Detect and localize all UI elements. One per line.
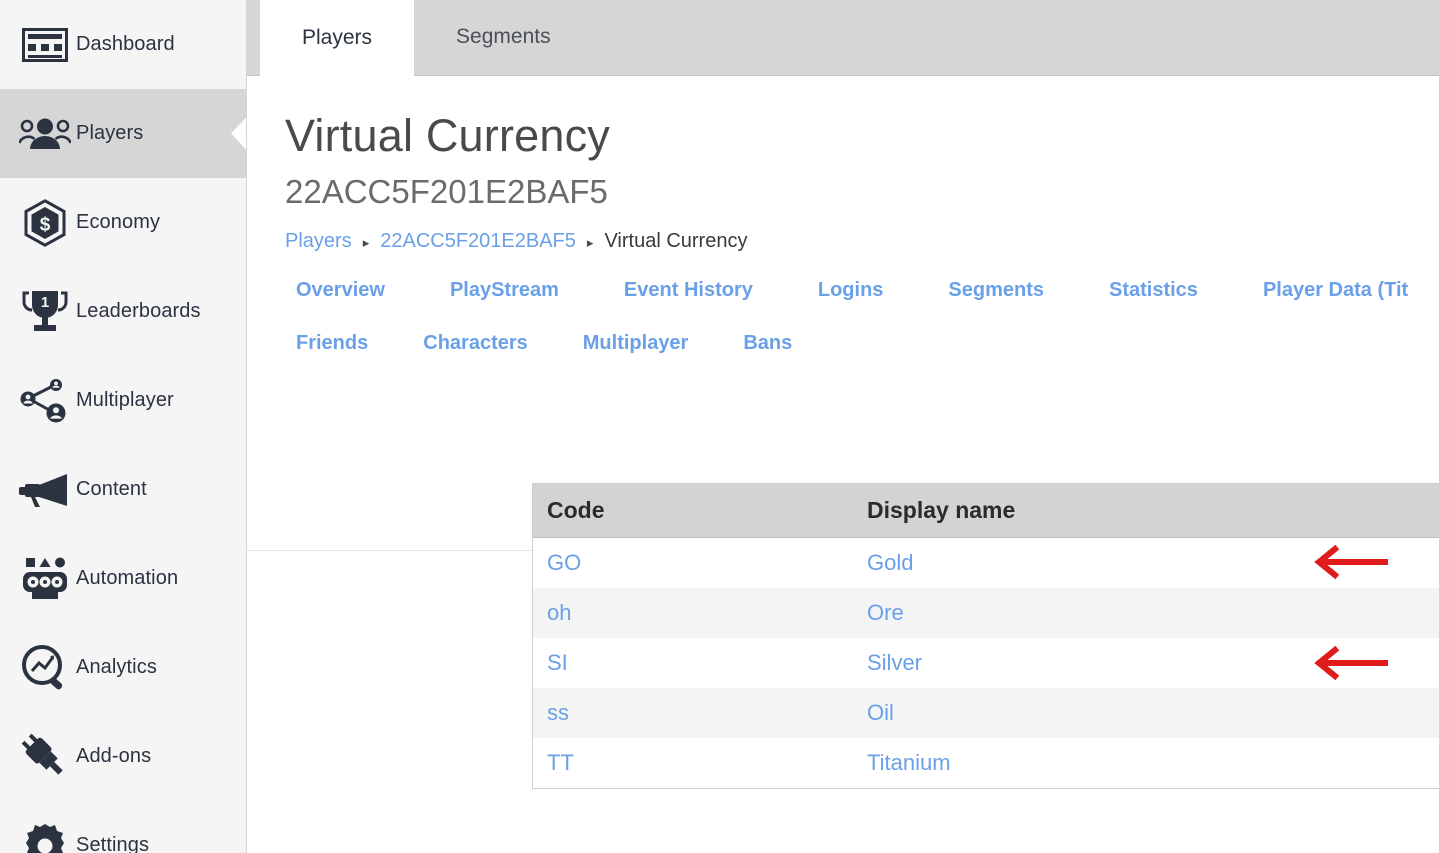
economy-icon: $ <box>14 198 76 248</box>
sidebar-item-dashboard[interactable]: Dashboard <box>0 0 246 89</box>
player-subnav-row-2: Friends Characters Multiplayer Bans <box>285 332 1439 355</box>
sidebar-item-automation[interactable]: Automation <box>0 534 246 623</box>
table-body: GO Gold 200 oh Ore 55 SI Silver 1000 <box>533 538 1439 788</box>
column-header-code[interactable]: Code <box>533 484 853 538</box>
sidebar-item-settings[interactable]: Settings <box>0 801 246 853</box>
players-icon <box>14 109 76 159</box>
page-content: Virtual Currency 22ACC5F201E2BAF5 Player… <box>247 112 1439 355</box>
megaphone-icon <box>14 465 76 515</box>
cell-code[interactable]: GO <box>533 538 853 588</box>
subnav-link-statistics[interactable]: Statistics <box>1109 279 1198 302</box>
sidebar-item-content[interactable]: Content <box>0 445 246 534</box>
sidebar-item-label: Players <box>76 122 143 145</box>
cell-display-name[interactable]: Oil <box>853 688 1439 738</box>
sidebar-item-label: Dashboard <box>76 33 175 56</box>
subnav-link-playstream[interactable]: PlayStream <box>450 279 559 302</box>
app-root: Dashboard Players $ <box>0 0 1439 853</box>
cell-code[interactable]: oh <box>533 588 853 638</box>
column-header-display-name[interactable]: Display name <box>853 484 1439 538</box>
subnav-link-multiplayer[interactable]: Multiplayer <box>583 332 689 355</box>
table-header: Code Display name Amount <box>533 484 1439 538</box>
subnav-link-bans[interactable]: Bans <box>743 332 792 355</box>
player-subnav-row-1: Overview PlayStream Event History Logins… <box>285 279 1439 302</box>
subnav-link-overview[interactable]: Overview <box>296 279 385 302</box>
sidebar-item-multiplayer[interactable]: Multiplayer <box>0 356 246 445</box>
virtual-currency-table: Code Display name Amount GO Gold 200 oh … <box>533 484 1439 788</box>
table-row[interactable]: SI Silver 1000 <box>533 638 1439 688</box>
sidebar-item-label: Settings <box>76 834 149 853</box>
multiplayer-icon <box>14 376 76 426</box>
sidebar: Dashboard Players $ <box>0 0 247 853</box>
table-row[interactable]: oh Ore 55 <box>533 588 1439 638</box>
svg-text:$: $ <box>40 214 51 235</box>
sidebar-item-players[interactable]: Players <box>0 89 246 178</box>
sidebar-item-analytics[interactable]: Analytics <box>0 623 246 712</box>
breadcrumb-item-player-id[interactable]: 22ACC5F201E2BAF5 <box>380 230 576 253</box>
sidebar-item-label: Content <box>76 478 147 501</box>
tab-segments[interactable]: Segments <box>414 0 593 75</box>
virtual-currency-table-container: Code Display name Amount GO Gold 200 oh … <box>532 483 1439 789</box>
cell-display-name[interactable]: Gold <box>853 538 1439 588</box>
table-row[interactable]: ss Oil 13045 <box>533 688 1439 738</box>
table-header-row: Code Display name Amount <box>533 484 1439 538</box>
subnav-link-friends[interactable]: Friends <box>296 332 368 355</box>
active-indicator-notch <box>231 117 247 151</box>
sidebar-item-label: Add-ons <box>76 745 151 768</box>
sidebar-item-label: Automation <box>76 567 178 590</box>
sidebar-item-label: Multiplayer <box>76 389 174 412</box>
cell-code[interactable]: TT <box>533 738 853 788</box>
cell-code[interactable]: SI <box>533 638 853 688</box>
subnav-link-player-data[interactable]: Player Data (Tit <box>1263 279 1408 302</box>
subnav-link-segments[interactable]: Segments <box>948 279 1044 302</box>
sidebar-item-label: Leaderboards <box>76 300 201 323</box>
sidebar-item-label: Economy <box>76 211 160 234</box>
cell-display-name[interactable]: Titanium <box>853 738 1439 788</box>
trophy-icon: 1 <box>14 287 76 337</box>
sidebar-item-add-ons[interactable]: Add-ons <box>0 712 246 801</box>
page-title: Virtual Currency <box>285 112 1439 159</box>
cell-display-name[interactable]: Ore <box>853 588 1439 638</box>
svg-text:1: 1 <box>41 294 49 311</box>
sidebar-item-leaderboards[interactable]: 1 Leaderboards <box>0 267 246 356</box>
cell-code[interactable]: ss <box>533 688 853 738</box>
breadcrumb-item-players[interactable]: Players <box>285 230 352 253</box>
breadcrumb-separator-icon: ▸ <box>363 236 370 249</box>
subnav-link-event-history[interactable]: Event History <box>624 279 753 302</box>
breadcrumb-item-current: Virtual Currency <box>604 230 747 253</box>
plug-icon <box>14 732 76 782</box>
table-row[interactable]: TT Titanium 0 <box>533 738 1439 788</box>
gear-icon <box>14 821 76 853</box>
subnav-link-characters[interactable]: Characters <box>423 332 528 355</box>
cell-display-name[interactable]: Silver <box>853 638 1439 688</box>
sidebar-item-label: Analytics <box>76 656 157 679</box>
page-subtitle: 22ACC5F201E2BAF5 <box>285 175 1439 210</box>
main-area: Players Segments Virtual Currency 22ACC5… <box>247 0 1439 853</box>
sidebar-item-economy[interactable]: $ Economy <box>0 178 246 267</box>
subnav-link-logins[interactable]: Logins <box>818 279 884 302</box>
automation-icon <box>14 554 76 604</box>
tab-players[interactable]: Players <box>260 0 414 76</box>
breadcrumb-separator-icon: ▸ <box>587 236 594 249</box>
top-tab-bar: Players Segments <box>247 0 1439 76</box>
table-row[interactable]: GO Gold 200 <box>533 538 1439 588</box>
dashboard-icon <box>14 20 76 70</box>
breadcrumb: Players ▸ 22ACC5F201E2BAF5 ▸ Virtual Cur… <box>285 230 1439 253</box>
analytics-icon <box>14 643 76 693</box>
